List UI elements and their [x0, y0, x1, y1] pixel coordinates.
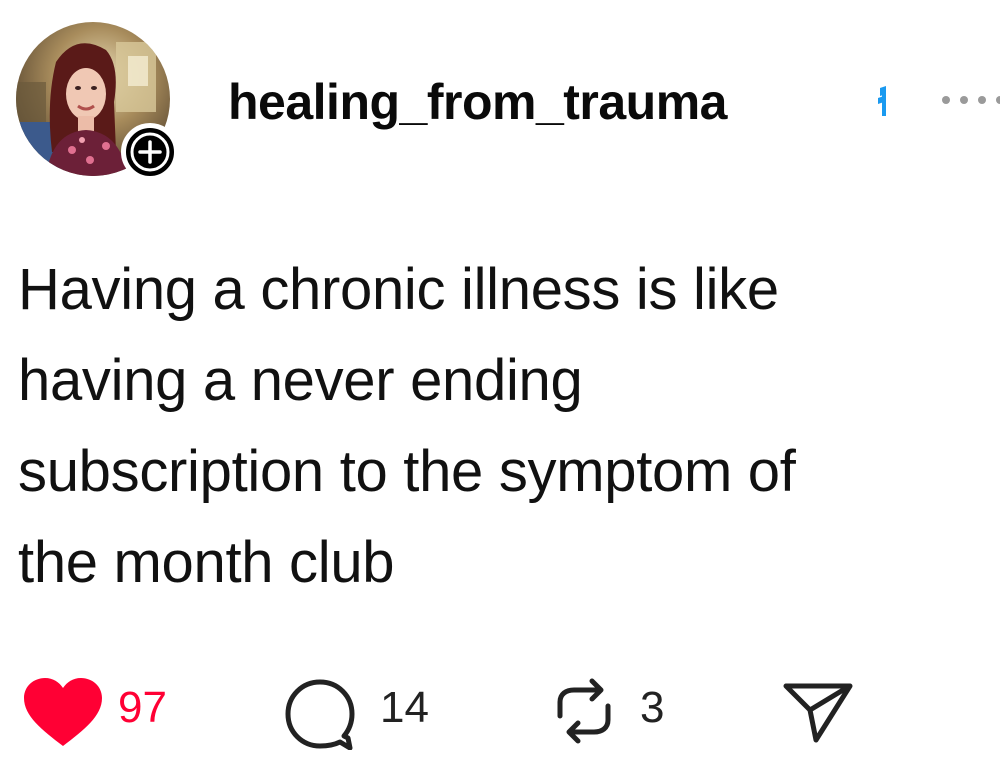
repost-button[interactable]: 3	[548, 668, 688, 748]
reply-button[interactable]: 14	[282, 668, 452, 750]
heart-icon	[24, 678, 102, 746]
send-icon	[783, 683, 853, 743]
share-button[interactable]	[782, 668, 862, 748]
post-body-text: Having a chronic illness is like having …	[18, 244, 978, 608]
repost-icon	[557, 678, 611, 744]
thread-post: healing_from_trauma Having a chronic ill…	[0, 0, 1000, 782]
reply-count: 14	[380, 683, 429, 732]
author-avatar-container	[16, 22, 179, 182]
repost-count: 3	[640, 683, 665, 732]
follow-button[interactable]	[121, 123, 179, 181]
like-count: 97	[118, 683, 167, 732]
post-text-line: subscription to the symptom of	[18, 439, 796, 504]
like-button[interactable]: 97	[18, 668, 188, 748]
comment-bubble-icon	[285, 679, 355, 750]
post-text-line: Having a chronic illness is like	[18, 257, 779, 322]
post-text-line: having a never ending	[18, 348, 583, 413]
post-text-line: the month club	[18, 530, 395, 595]
author-username[interactable]: healing_from_trauma	[228, 72, 727, 132]
verified-badge-icon	[878, 86, 886, 116]
plus-icon	[130, 132, 170, 172]
post-actions-bar: 97 14 3	[0, 668, 1000, 758]
more-options-icon[interactable]	[938, 90, 1000, 110]
